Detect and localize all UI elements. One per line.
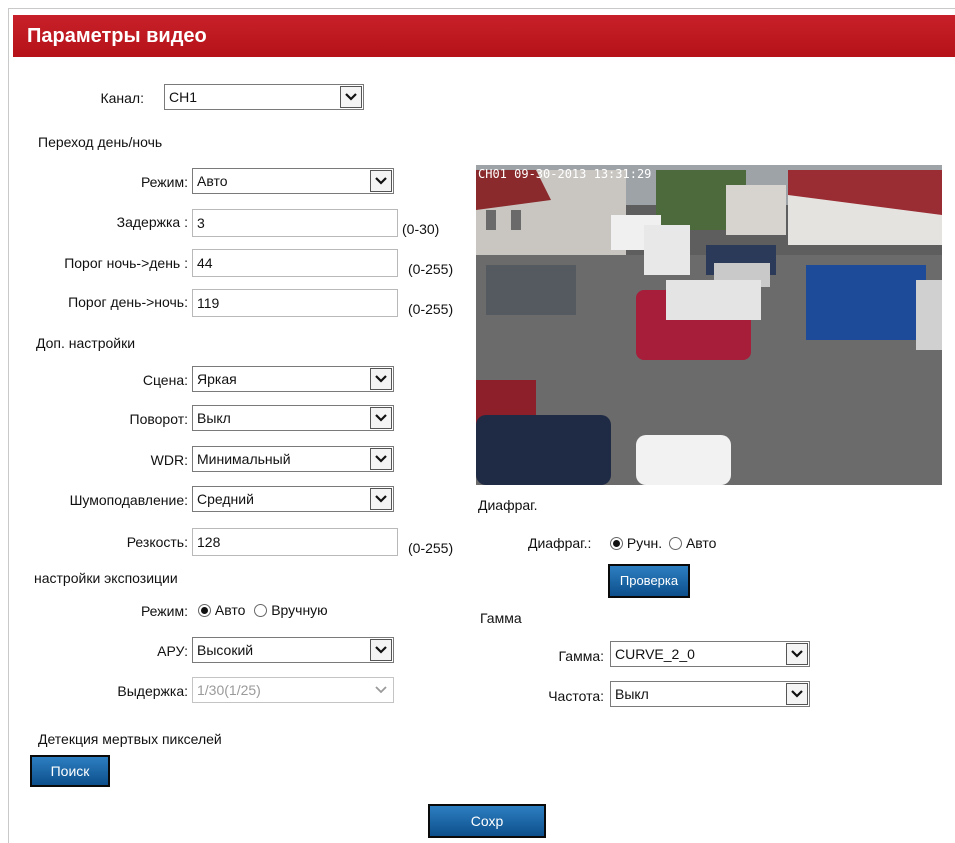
agc-value: Высокий [197, 642, 254, 658]
daynight-mode-label: Режим: [140, 174, 188, 190]
shutter-value: 1/30(1/25) [197, 682, 261, 698]
chevron-down-icon [786, 683, 808, 705]
gamma-select[interactable]: CURVE_2_0 [610, 641, 810, 667]
exposure-auto-label: Авто [214, 602, 246, 618]
video-osd-text: CH01 09-30-2013 13:31:29 [478, 167, 652, 181]
nr-value: Средний [197, 491, 254, 507]
deadpixel-section-title: Детекция мертвых пикселей [38, 731, 222, 747]
iris-label: Диафраг.: [528, 535, 592, 551]
chevron-down-icon [786, 643, 808, 665]
scene-select[interactable]: Яркая [192, 366, 394, 392]
wdr-label: WDR: [150, 452, 188, 468]
rotate-select[interactable]: Выкл [192, 405, 394, 431]
chevron-down-icon [370, 170, 392, 192]
daynight-mode-select[interactable]: Авто [192, 168, 394, 194]
iris-manual-radio[interactable] [610, 537, 623, 550]
gamma-value: CURVE_2_0 [615, 646, 695, 662]
exposure-auto-radio[interactable] [198, 604, 211, 617]
exposure-mode-label: Режим: [140, 603, 188, 619]
wdr-value: Минимальный [197, 451, 291, 467]
scene-label: Сцена: [142, 372, 188, 388]
exposure-manual-radio[interactable] [254, 604, 268, 617]
exposure-manual-label: Вручную [271, 602, 328, 618]
frequency-value: Выкл [615, 686, 649, 702]
exposure-mode-radio-group: Авто Вручную [198, 602, 328, 618]
channel-select[interactable]: CH1 [164, 84, 364, 110]
n2d-range: (0-255) [408, 261, 454, 277]
chevron-down-icon [370, 368, 392, 390]
n2d-label: Порог ночь->день : [64, 255, 188, 271]
sharpness-range: (0-255) [408, 540, 454, 556]
sharpness-input[interactable]: 128 [192, 528, 398, 556]
frequency-select[interactable]: Выкл [610, 681, 810, 707]
gamma-section-title: Гамма [480, 610, 522, 626]
channel-value: CH1 [169, 89, 198, 105]
delay-input[interactable]: 3 [192, 209, 398, 237]
camera-image [476, 165, 942, 485]
extra-section-title: Доп. настройки [36, 335, 136, 351]
page-title: Параметры видео [13, 15, 955, 57]
chevron-down-icon [370, 679, 392, 701]
chevron-down-icon [370, 639, 392, 661]
n2d-input[interactable]: 44 [192, 249, 398, 277]
d2n-range: (0-255) [408, 301, 454, 317]
delay-range: (0-30) [402, 221, 440, 237]
sharpness-label: Резкость: [126, 534, 188, 550]
chevron-down-icon [370, 407, 392, 429]
check-button[interactable]: Проверка [608, 564, 690, 598]
scene-value: Яркая [197, 371, 237, 387]
iris-manual-label: Ручн. [626, 535, 663, 551]
chevron-down-icon [340, 86, 362, 108]
exposure-section-title: настройки экспозиции [34, 570, 178, 586]
agc-select[interactable]: Высокий [192, 637, 394, 663]
daynight-section-title: Переход день/ночь [38, 134, 163, 150]
shutter-label: Выдержка: [117, 683, 188, 699]
delay-label: Задержка : [116, 214, 188, 230]
iris-radio-group: Ручн. Авто [610, 535, 716, 551]
chevron-down-icon [370, 488, 392, 510]
search-button[interactable]: Поиск [30, 755, 110, 787]
nr-select[interactable]: Средний [192, 486, 394, 512]
d2n-input[interactable]: 119 [192, 289, 398, 317]
wdr-select[interactable]: Минимальный [192, 446, 394, 472]
d2n-label: Порог день->ночь: [68, 294, 188, 310]
nr-label: Шумоподавление: [69, 492, 188, 508]
chevron-down-icon [370, 448, 392, 470]
frequency-label: Частота: [548, 688, 604, 704]
rotate-label: Поворот: [129, 411, 188, 427]
gamma-label: Гамма: [558, 648, 604, 664]
channel-label: Канал: [100, 90, 144, 106]
agc-label: АРУ: [157, 643, 188, 659]
shutter-select: 1/30(1/25) [192, 677, 394, 703]
save-button[interactable]: Сохр [428, 804, 546, 838]
video-preview: CH01 09-30-2013 13:31:29 [476, 165, 942, 485]
iris-auto-label: Авто [685, 535, 717, 551]
iris-auto-radio[interactable] [669, 537, 683, 550]
iris-section-title: Диафраг. [478, 497, 538, 513]
daynight-mode-value: Авто [197, 173, 228, 189]
rotate-value: Выкл [197, 410, 231, 426]
